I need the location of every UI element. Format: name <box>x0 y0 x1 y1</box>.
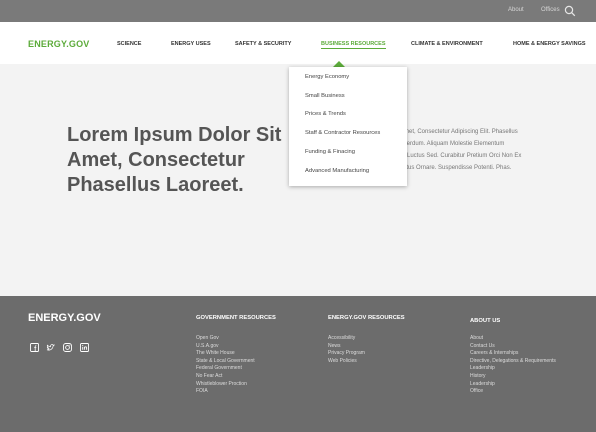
footer-heading: GOVERNMENT RESOURCES <box>196 315 276 321</box>
footer-column-energy-gov-resources: ENERGY.GOV RESOURCES Accessibility News … <box>328 315 405 364</box>
footer-link[interactable]: Leadership <box>470 365 556 373</box>
hero-body-line: Interdum. Aliquam Molestie Elementum <box>400 141 505 147</box>
footer-link[interactable]: History <box>470 373 556 381</box>
footer: ENERGY.GOV GOVERNMENT RESOURCES Open Gov… <box>0 296 596 432</box>
footer-link-list: Open Gov U.S.A.gov The White House State… <box>196 335 255 396</box>
instagram-icon[interactable] <box>63 343 72 352</box>
dropdown-item-prices-trends[interactable]: Prices & Trends <box>305 111 346 117</box>
footer-column-about-us: ABOUT US About Contact Us Careers & Inte… <box>470 318 556 394</box>
main-nav: ENERGY.GOV SCIENCE ENERGY USES SAFETY & … <box>0 22 596 64</box>
footer-link-list: Accessibility News Privacy Program Web P… <box>328 335 365 365</box>
footer-link[interactable]: Privacy Program <box>328 350 365 358</box>
facebook-icon[interactable] <box>30 343 39 352</box>
search-icon[interactable] <box>564 5 576 17</box>
footer-column-government-resources: GOVERNMENT RESOURCES Open Gov U.S.A.gov … <box>196 315 276 394</box>
linkedin-icon[interactable] <box>80 343 89 352</box>
footer-link[interactable]: Directive, Delegations & Requirements <box>470 358 556 366</box>
dropdown-item-funding-financing[interactable]: Funding & Finacing <box>305 149 355 155</box>
footer-link[interactable]: The White House <box>196 350 255 358</box>
hero-title: Lorem Ipsum Dolor Sit Amet, Consectetur … <box>67 124 282 196</box>
nav-item-home-energy-savings[interactable]: HOME & ENERGY SAVINGS <box>513 41 586 47</box>
footer-link[interactable]: Federal Government <box>196 365 255 373</box>
nav-item-safety-security[interactable]: SAFETY & SECURITY <box>235 41 291 47</box>
footer-link[interactable]: State & Local Government <box>196 358 255 366</box>
footer-link[interactable]: Accessibility <box>328 335 365 343</box>
footer-link[interactable]: About <box>470 335 556 343</box>
hero-body-line: Amet, Consectetur Adipiscing Elit. Phase… <box>400 129 518 135</box>
nav-item-climate-environment[interactable]: CLIMATE & ENVIRONMENT <box>411 41 483 47</box>
dropdown-item-energy-economy[interactable]: Energy Economy <box>305 74 349 80</box>
nav-item-science[interactable]: SCIENCE <box>117 41 141 47</box>
nav-item-energy-uses[interactable]: ENERGY USES <box>171 41 211 47</box>
footer-link[interactable]: Web Policies <box>328 358 365 366</box>
twitter-icon[interactable] <box>46 343 55 352</box>
footer-link[interactable]: Contact Us <box>470 343 556 351</box>
footer-heading: ENERGY.GOV RESOURCES <box>328 315 405 321</box>
footer-link[interactable]: FOIA <box>196 388 255 396</box>
dropdown-item-staff-contractor-resources[interactable]: Staff & Contractor Resources <box>305 130 380 136</box>
footer-link[interactable]: Open Gov <box>196 335 255 343</box>
footer-link[interactable]: Leadership <box>470 381 556 389</box>
hero-body-line: ro Luctus Sed. Curabitur Pretium Orci No… <box>400 153 522 159</box>
utility-link-about[interactable]: About <box>508 7 524 13</box>
footer-link[interactable]: News <box>328 343 365 351</box>
site-logo[interactable]: ENERGY.GOV <box>28 39 90 49</box>
footer-heading: ABOUT US <box>470 318 501 324</box>
utility-link-offices[interactable]: Offices <box>541 7 560 13</box>
footer-link-list: About Contact Us Careers & Internships D… <box>470 335 556 396</box>
footer-logo[interactable]: ENERGY.GOV <box>28 312 101 324</box>
utility-bar: About Offices <box>0 0 596 22</box>
dropdown-item-small-business[interactable]: Small Business <box>305 93 345 99</box>
hero-body: Amet, Consectetur Adipiscing Elit. Phase… <box>400 126 570 174</box>
nav-item-business-resources[interactable]: BUSINESS RESOURCES <box>321 41 386 49</box>
footer-link[interactable]: U.S.A.gov <box>196 343 255 351</box>
business-resources-dropdown: Energy Economy Small Business Prices & T… <box>289 67 407 186</box>
dropdown-item-advanced-manufacturing[interactable]: Advanced Manufacturing <box>305 168 369 174</box>
footer-link[interactable]: Office <box>470 388 556 396</box>
footer-link[interactable]: No Fear Act <box>196 373 255 381</box>
footer-link[interactable]: Careers & Internships <box>470 350 556 358</box>
hero-body-line: ectus Ornare. Suspendisse Potenti. Phas. <box>400 165 512 171</box>
footer-link[interactable]: Whistleblower Proction <box>196 381 255 389</box>
